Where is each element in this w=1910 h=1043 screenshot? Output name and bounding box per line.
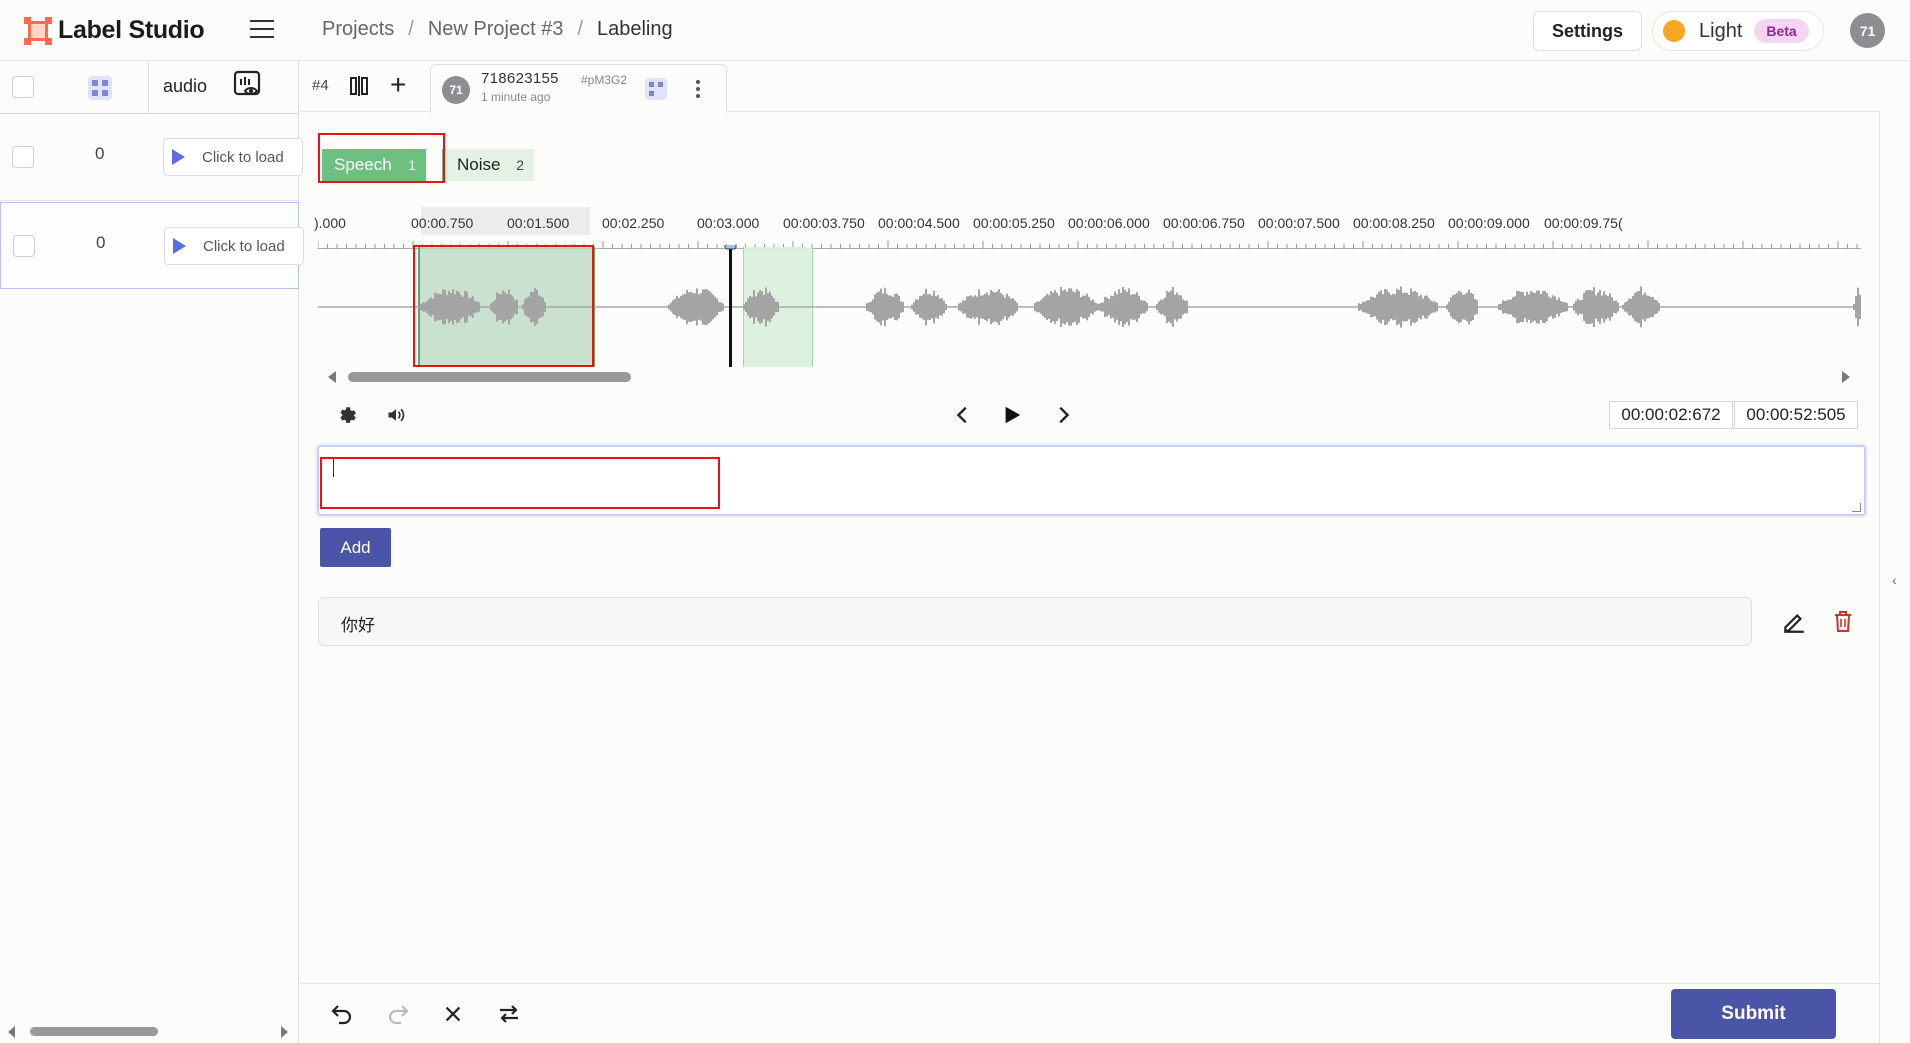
timeline-tick-label: 00:00:04.500 [878,215,960,231]
data-preview-icon[interactable] [232,69,264,101]
current-time-display[interactable]: 00:00:02:672 [1609,401,1733,429]
timeline-tick-label: 00:02.250 [602,215,665,231]
timeline-tick-label: 00:00:09.000 [1448,215,1530,231]
swap-arrows-icon[interactable] [497,1002,521,1026]
annotation-id: 718623155 [481,70,559,87]
breadcrumb-projects[interactable]: Projects [322,18,394,41]
redo-icon[interactable] [386,1002,410,1026]
task-row[interactable]: 0 Click to load [0,114,303,201]
delete-trash-icon[interactable] [1833,610,1853,634]
bottom-toolbar: Submit [300,983,1879,1043]
annotator-avatar: 71 [442,76,470,104]
timeline-tick-label: 00:00.750 [411,215,474,231]
task-id-cell: 0 [96,233,106,252]
volume-icon[interactable] [386,405,406,425]
click-to-load-button[interactable]: Click to load [163,138,303,176]
side-panel-collapsed[interactable]: ‹ [1879,112,1910,1043]
scroll-left-arrow-icon[interactable] [8,1026,15,1038]
task-list-header: audio [0,61,299,114]
rewind-chevron-left-icon[interactable] [952,404,974,426]
scroll-right-arrow-icon[interactable] [281,1026,288,1038]
annotation-tabs-bar: #4 + 71 718623155 #pM3G2 1 minute ago [300,61,1879,113]
add-button[interactable]: Add [320,528,391,567]
horizontal-scrollbar[interactable] [30,1027,158,1036]
annotation-time: 1 minute ago [481,90,551,104]
logo-text: Label Studio [58,16,205,44]
timeline-tick-label: 00:00:09.75( [1544,215,1623,231]
label-noise[interactable]: Noise 2 [442,149,534,181]
breadcrumb: Projects / New Project #3 / Labeling [322,18,673,41]
gear-icon[interactable] [337,405,357,425]
highlight-box-speech [318,133,445,183]
label-studio-logo-icon [24,16,52,45]
expand-chevron-left-icon[interactable]: ‹ [1892,572,1897,588]
audio-column-header[interactable]: audio [163,76,207,97]
wave-scroll-right-icon[interactable] [1842,371,1850,383]
timeline-tick-label: 00:00:03.750 [783,215,865,231]
annotation-type-icon [645,78,667,100]
wave-scroll-left-icon[interactable] [328,371,336,383]
transcription-result-item[interactable]: 你好 [318,597,1752,646]
play-icon [172,149,185,165]
row-checkbox[interactable] [12,146,34,168]
more-options-icon[interactable] [696,80,700,101]
select-all-checkbox[interactable] [12,76,34,98]
top-header: Label Studio Projects / New Project #3 /… [0,0,1910,61]
timeline-tick-label: 00:03.000 [697,215,760,231]
timeline-tick-label: 00:00:06.000 [1068,215,1150,231]
load-label: Click to load [202,148,284,166]
timeline-tick-label: 00:00:05.250 [973,215,1055,231]
waveform-scrollbar[interactable] [348,372,631,382]
playhead-cursor [729,245,732,367]
reset-close-icon[interactable] [442,1003,464,1025]
undo-icon[interactable] [330,1002,354,1026]
timeline-tick-label: ).000 [314,215,346,231]
id-column-icon[interactable] [88,76,112,100]
theme-label: Light [1699,19,1743,42]
menu-hamburger-icon[interactable] [250,20,274,40]
settings-button[interactable]: Settings [1533,11,1642,51]
breadcrumb-separator: / [577,18,583,40]
split-view-icon[interactable] [348,75,370,97]
duration-display: 00:00:52:505 [1734,401,1858,429]
task-number: #4 [312,77,329,94]
highlight-box-textarea [320,457,720,509]
breadcrumb-separator: / [408,18,414,40]
play-icon[interactable] [1001,403,1023,427]
click-to-load-button[interactable]: Click to load [164,227,304,265]
annotation-hash: #pM3G2 [581,73,628,87]
column-divider [148,61,149,114]
sun-icon [1663,20,1685,42]
add-annotation-icon[interactable]: + [390,71,406,99]
timeline-tick-label: 00:01.500 [507,215,570,231]
breadcrumb-labeling: Labeling [597,18,673,40]
task-row-selected[interactable]: 0 Click to load [0,202,304,289]
timeline-tick-label: 00:00:06.750 [1163,215,1245,231]
breadcrumb-project[interactable]: New Project #3 [428,18,564,41]
load-label: Click to load [203,237,285,255]
logo[interactable]: Label Studio [24,16,205,45]
submit-button[interactable]: Submit [1671,989,1836,1039]
row-checkbox[interactable] [13,235,35,257]
play-icon [173,238,186,254]
highlight-box-region [413,245,594,367]
timeline-tick-label: 00:00:08.250 [1353,215,1435,231]
beta-badge: Beta [1754,19,1809,43]
user-avatar[interactable]: 71 [1850,13,1885,48]
edit-pencil-icon[interactable] [1781,609,1807,635]
annotation-tab-active[interactable]: 71 718623155 #pM3G2 1 minute ago [430,64,727,113]
theme-toggle[interactable]: Light Beta [1652,11,1824,51]
timeline-tick-label: 00:00:07.500 [1258,215,1340,231]
playhead-handle [724,245,737,250]
label-studio-app: Label Studio Projects / New Project #3 /… [0,0,1910,1043]
result-text: 你好 [341,616,375,636]
resize-grip-icon[interactable] [1852,503,1861,512]
forward-chevron-right-icon[interactable] [1052,404,1074,426]
task-id-cell: 0 [95,144,105,163]
task-list-panel: audio 0 Click to load 0 Click to load [0,61,304,1043]
